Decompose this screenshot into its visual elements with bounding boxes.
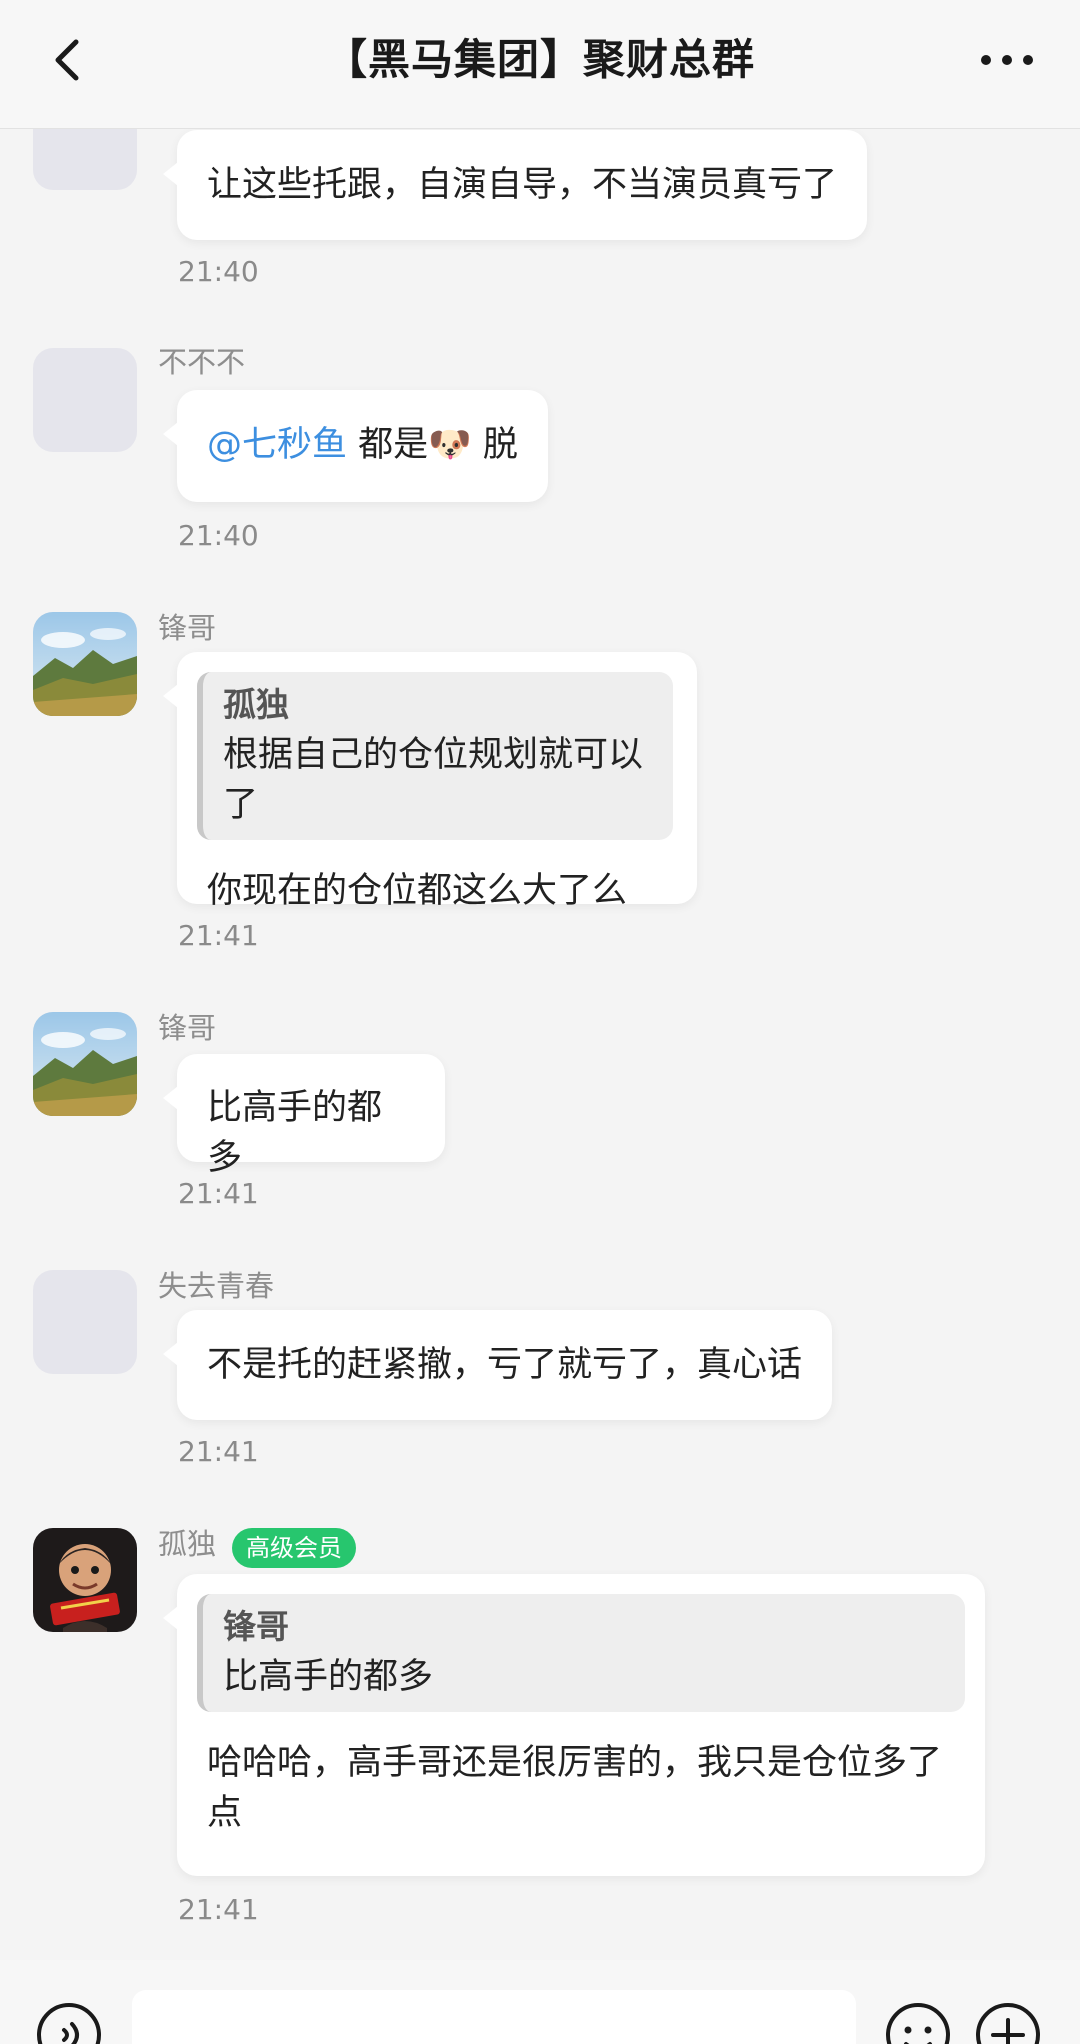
avatar[interactable]	[33, 1270, 137, 1374]
landscape-avatar-icon	[33, 1012, 137, 1116]
chat-header: 【黑马集团】聚财总群	[0, 0, 1080, 129]
message-text: 比高手的都多	[207, 1088, 383, 1178]
message-bubble[interactable]: 让这些托跟，自演自导，不当演员真亏了	[162, 130, 868, 240]
plus-icon	[976, 2003, 1040, 2044]
quoted-sender: 孤独	[223, 685, 289, 724]
message-bubble[interactable]: 不是托的赶紧撤，亏了就亏了，真心话	[162, 1310, 833, 1420]
landscape-avatar-icon	[33, 612, 137, 716]
message-time: 21:40	[178, 519, 259, 552]
message-bubble[interactable]: 孤独 根据自己的仓位规划就可以了 你现在的仓位都这么大了么	[163, 652, 697, 911]
more-horizontal-icon	[981, 55, 1033, 65]
message-text-line: 点	[207, 1793, 243, 1833]
sender-name: 失去青春	[158, 1269, 275, 1303]
quoted-text: 根据自己的仓位规划就可以了	[223, 735, 644, 825]
message-time: 21:41	[178, 1177, 259, 1210]
quoted-text: 比高手的都多	[223, 1657, 434, 1697]
message-text-part: 脱	[482, 425, 518, 465]
voice-icon	[37, 2003, 101, 2044]
message-text: 你现在的仓位都这么大了么	[207, 871, 628, 911]
sender-name: 锋哥	[158, 1011, 217, 1045]
avatar[interactable]	[33, 1012, 137, 1116]
message-bubble[interactable]: 锋哥 比高手的都多 哈哈哈，高手哥还是很厉害的，我只是仓位多了 点	[163, 1574, 985, 1876]
member-badge: 高级会员	[232, 1528, 356, 1568]
cartoon-avatar-icon	[33, 1528, 137, 1632]
more-button[interactable]	[972, 40, 1042, 80]
avatar[interactable]	[33, 1528, 137, 1632]
message-time: 21:40	[178, 255, 259, 288]
message-text: @七秒鱼 都是🐶 脱	[177, 420, 548, 470]
plus-button[interactable]	[973, 2000, 1043, 2044]
input-bar	[0, 1960, 1080, 2044]
message-text-line: 哈哈哈，高手哥还是很厉害的，我只是仓位多了	[207, 1743, 943, 1783]
quoted-message[interactable]: 孤独 根据自己的仓位规划就可以了	[197, 672, 673, 840]
message-time: 21:41	[178, 1435, 259, 1468]
emoji-button[interactable]	[883, 2000, 953, 2044]
voice-button[interactable]	[34, 2000, 104, 2044]
sender-name: 锋哥	[158, 611, 217, 645]
message-text: 让这些托跟，自演自导，不当演员真亏了	[207, 165, 838, 205]
message-bubble[interactable]: 比高手的都多	[163, 1054, 445, 1178]
avatar[interactable]	[33, 612, 137, 716]
message-text-part: 都是	[358, 425, 429, 465]
page-title: 【黑马集团】聚财总群	[324, 35, 755, 84]
message-bubble[interactable]: @七秒鱼 都是🐶 脱	[163, 390, 548, 502]
chat-area[interactable]: 让这些托跟，自演自导，不当演员真亏了 21:40 不不不 @七秒鱼 都是🐶 脱 …	[0, 0, 1080, 1960]
message-time: 21:41	[178, 919, 259, 952]
avatar[interactable]	[33, 348, 137, 452]
message-text: 不是托的赶紧撤，亏了就亏了，真心话	[207, 1345, 803, 1385]
quoted-sender: 锋哥	[223, 1607, 289, 1646]
quoted-message[interactable]: 锋哥 比高手的都多	[197, 1594, 965, 1712]
mention-link[interactable]: @七秒鱼	[207, 425, 347, 465]
sender-name: 不不不	[158, 345, 246, 379]
emoji-icon	[886, 2003, 950, 2044]
message-input[interactable]	[132, 1990, 856, 2044]
message-time: 21:41	[178, 1893, 259, 1926]
sender-name: 孤独	[158, 1527, 217, 1561]
dog-emoji-icon: 🐶	[428, 425, 472, 465]
message-text: 哈哈哈，高手哥还是很厉害的，我只是仓位多了 点	[177, 1738, 985, 1838]
